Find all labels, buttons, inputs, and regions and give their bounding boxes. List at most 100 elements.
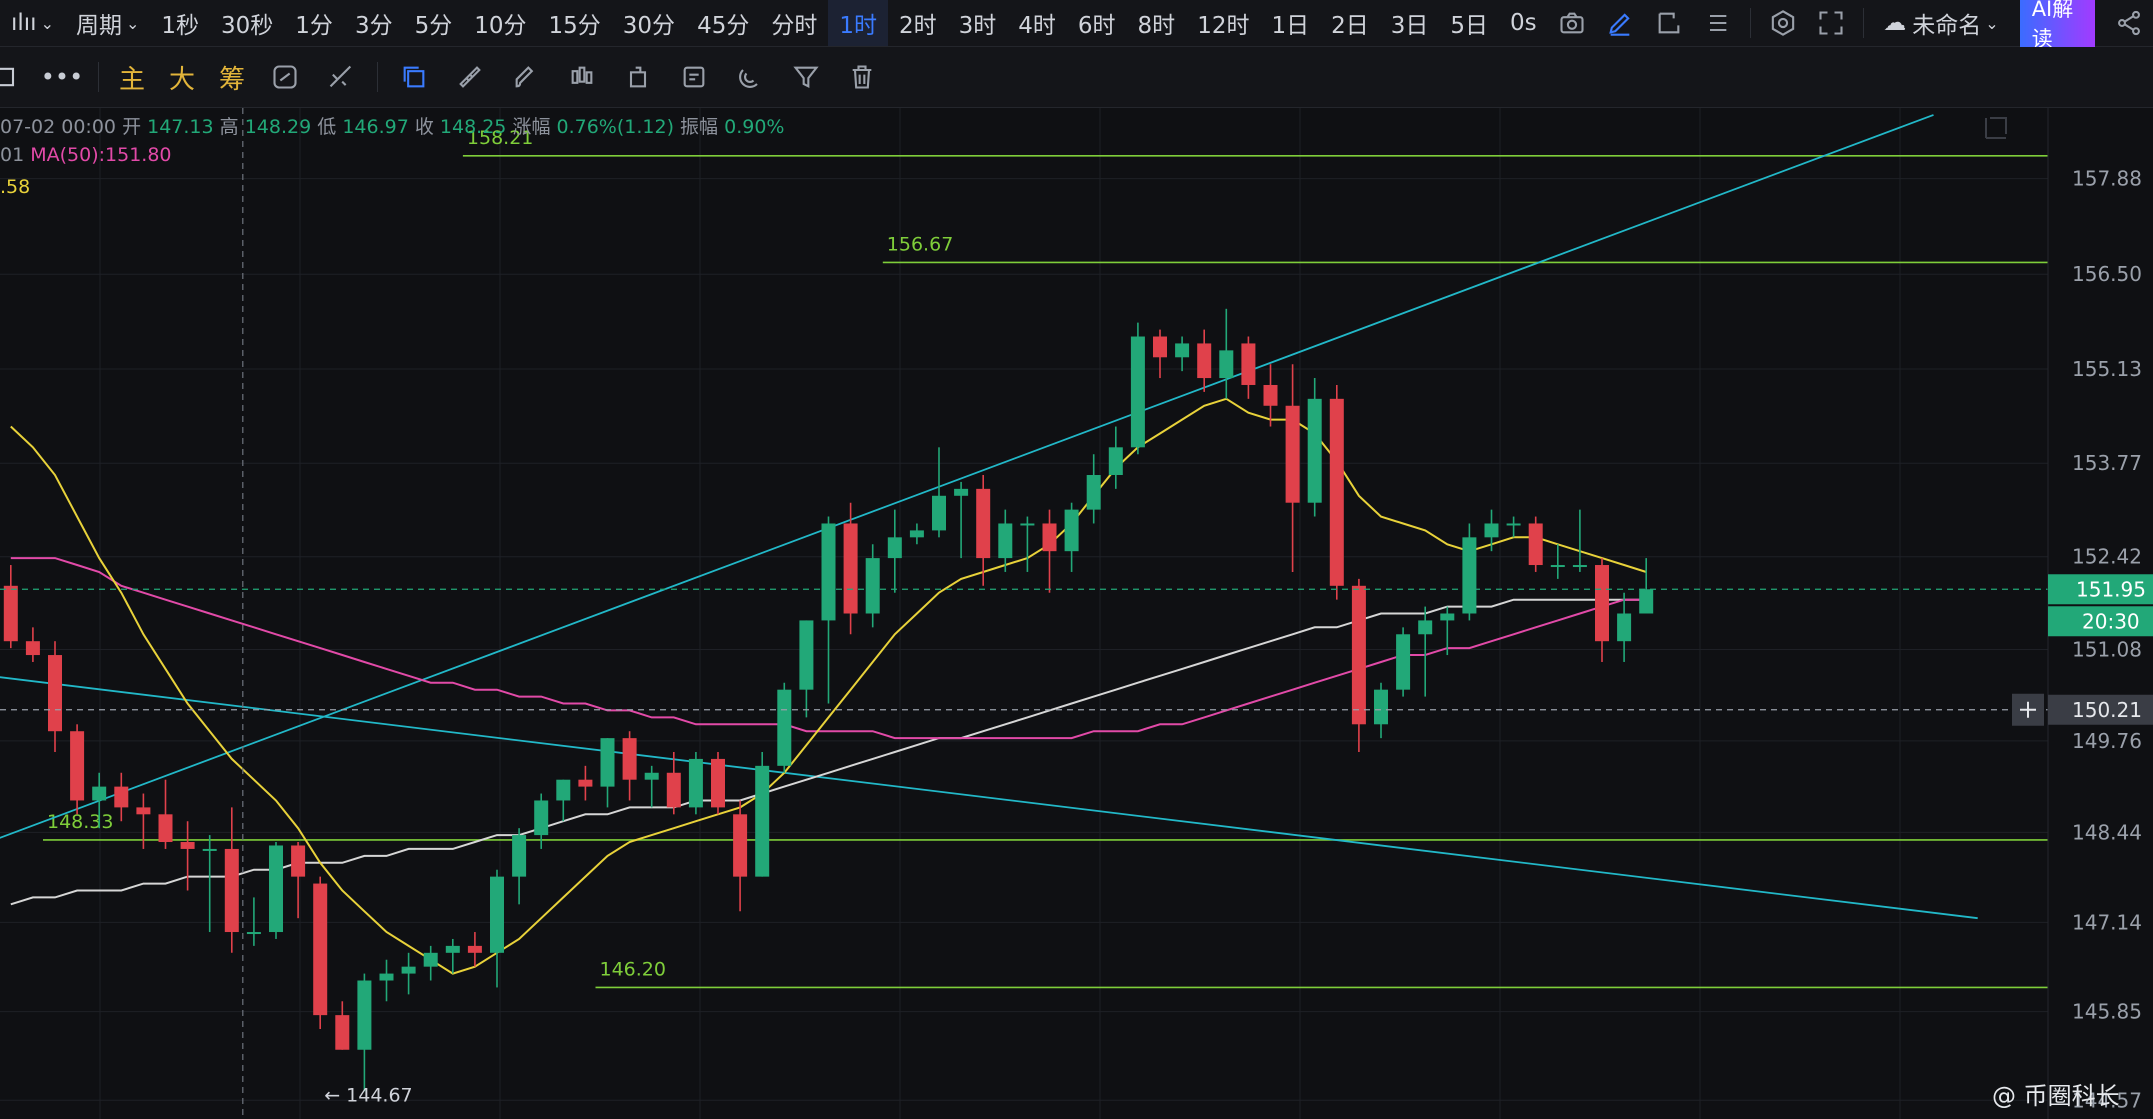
interval-tab-分时[interactable]: 分时 <box>760 0 828 46</box>
candle <box>158 779 173 849</box>
interval-tab-5分[interactable]: 5分 <box>404 0 464 46</box>
axis-tick-label: 153.77 <box>2072 451 2142 475</box>
ruler-icon[interactable] <box>450 57 490 97</box>
interval-tab-1时[interactable]: 1时 <box>828 0 888 46</box>
candle-body <box>224 848 239 933</box>
candle-pattern-icon[interactable] <box>562 57 602 97</box>
interval-tab-4时[interactable]: 4时 <box>1007 0 1067 46</box>
candle <box>954 481 969 559</box>
candle <box>799 620 814 718</box>
candle <box>180 821 195 891</box>
interval-tab-3日[interactable]: 3日 <box>1380 0 1440 46</box>
cloud-icon: ☁ <box>1883 10 1907 36</box>
chart-type-icon: ılıı <box>11 10 37 36</box>
interval-tab-3时[interactable]: 3时 <box>948 0 1008 46</box>
ma50-legend: 01 MA(50):151.80 <box>0 144 172 166</box>
interval-tab-15分[interactable]: 15分 <box>538 0 612 46</box>
chips-button[interactable]: 筹 <box>219 59 245 96</box>
divider <box>98 62 99 92</box>
interval-tab-6时[interactable]: 6时 <box>1067 0 1127 46</box>
replay-icon[interactable] <box>265 57 305 97</box>
candle-body <box>1175 343 1190 358</box>
crosshair-tool-icon[interactable] <box>321 57 361 97</box>
candle-body <box>1219 350 1234 379</box>
candle <box>1285 364 1300 572</box>
more-button[interactable]: ••• <box>41 57 83 97</box>
main-indicator-button[interactable]: 主 <box>119 59 145 96</box>
candle <box>733 800 748 912</box>
magnet-icon[interactable] <box>730 57 770 97</box>
interval-tab-1日[interactable]: 1日 <box>1260 0 1320 46</box>
interval-tab-12时[interactable]: 12时 <box>1186 0 1260 46</box>
candle <box>1197 329 1212 392</box>
share-icon[interactable] <box>2113 3 2146 43</box>
candle-body <box>357 980 372 1050</box>
price-axis[interactable]: 157.88 156.50 155.13 153.77 152.42 151.08 149.… <box>2047 108 2153 1119</box>
candle-body <box>3 585 18 642</box>
price-chart[interactable]: 158.21156.67148.33146.20 ← 144.67 157.88… <box>0 108 2153 1119</box>
low-label: 低 <box>317 116 337 138</box>
gear-icon[interactable] <box>1766 3 1799 43</box>
candle <box>269 842 283 939</box>
ohlc-legend: 07-02 00:00 开 147.13 高 148.29 低 146.97 收… <box>0 112 784 139</box>
low-value: 146.97 <box>342 116 409 138</box>
period-label: 周期 <box>75 13 122 39</box>
high-label: 高 <box>219 116 239 138</box>
layout-selector[interactable]: ☁ 未命名 ⌄ <box>1872 0 2009 46</box>
candle <box>114 772 129 822</box>
crosshair-price-label: 150.21 <box>2072 698 2142 722</box>
candle <box>821 516 836 704</box>
chart-overlay: ← 144.67 <box>0 108 2048 1119</box>
chart-type-selector[interactable]: ılıı ⌄ <box>0 0 65 46</box>
candle <box>711 751 725 815</box>
axis-tick-label: 149.76 <box>2072 729 2142 753</box>
square-icon[interactable] <box>0 57 26 97</box>
interval-tab-8时[interactable]: 8时 <box>1127 0 1187 46</box>
candle <box>932 447 946 538</box>
candle <box>202 835 217 933</box>
interval-tab-2日[interactable]: 2日 <box>1320 0 1380 46</box>
chart-grid <box>0 108 2048 1119</box>
candle-body <box>976 488 991 559</box>
camera-icon[interactable] <box>1556 3 1589 43</box>
interval-tab-10分[interactable]: 10分 <box>463 0 537 46</box>
period-selector[interactable]: 周期 ⌄ <box>65 0 150 46</box>
interval-tab-5日[interactable]: 5日 <box>1439 0 1499 46</box>
interval-tab-1分[interactable]: 1分 <box>284 0 344 46</box>
interval-tab-45分[interactable]: 45分 <box>686 0 760 46</box>
candle-body <box>1396 634 1411 690</box>
candle-body <box>1617 613 1632 642</box>
interval-tab-1秒[interactable]: 1秒 <box>150 0 210 46</box>
candle-body <box>1462 537 1477 614</box>
candle-body <box>1263 384 1278 406</box>
chevron-down-icon: ⌄ <box>1985 13 1999 33</box>
interval-tab-3分[interactable]: 3分 <box>344 0 404 46</box>
lock-icon[interactable] <box>618 57 658 97</box>
candle <box>1617 592 1632 662</box>
brush-icon[interactable] <box>506 57 546 97</box>
resize-icon[interactable] <box>1653 3 1686 43</box>
big-order-button[interactable]: 大 <box>169 59 195 96</box>
interval-tab-2时[interactable]: 2时 <box>888 0 948 46</box>
change-label: 涨幅 <box>512 116 551 138</box>
pencil-icon[interactable] <box>1604 3 1637 43</box>
trash-icon[interactable] <box>842 57 882 97</box>
axis-tick-label: 151.08 <box>2072 638 2142 662</box>
candle <box>1572 509 1587 572</box>
latency-indicator: 0s <box>1510 10 1537 36</box>
list-icon[interactable] <box>1701 3 1734 43</box>
copy-icon[interactable] <box>394 57 434 97</box>
candle <box>357 973 372 1092</box>
candle-body <box>269 845 283 933</box>
trend-line <box>0 676 1978 920</box>
candle <box>600 738 615 808</box>
candle-body <box>534 800 549 836</box>
divider <box>1863 8 1865 38</box>
fullscreen-icon[interactable] <box>1815 3 1848 43</box>
filter-icon[interactable] <box>786 57 826 97</box>
interval-tab-30分[interactable]: 30分 <box>612 0 686 46</box>
interval-tab-30秒[interactable]: 30秒 <box>210 0 284 46</box>
candle-body <box>954 488 969 496</box>
note-icon[interactable] <box>674 57 714 97</box>
candle-body <box>1108 447 1123 476</box>
